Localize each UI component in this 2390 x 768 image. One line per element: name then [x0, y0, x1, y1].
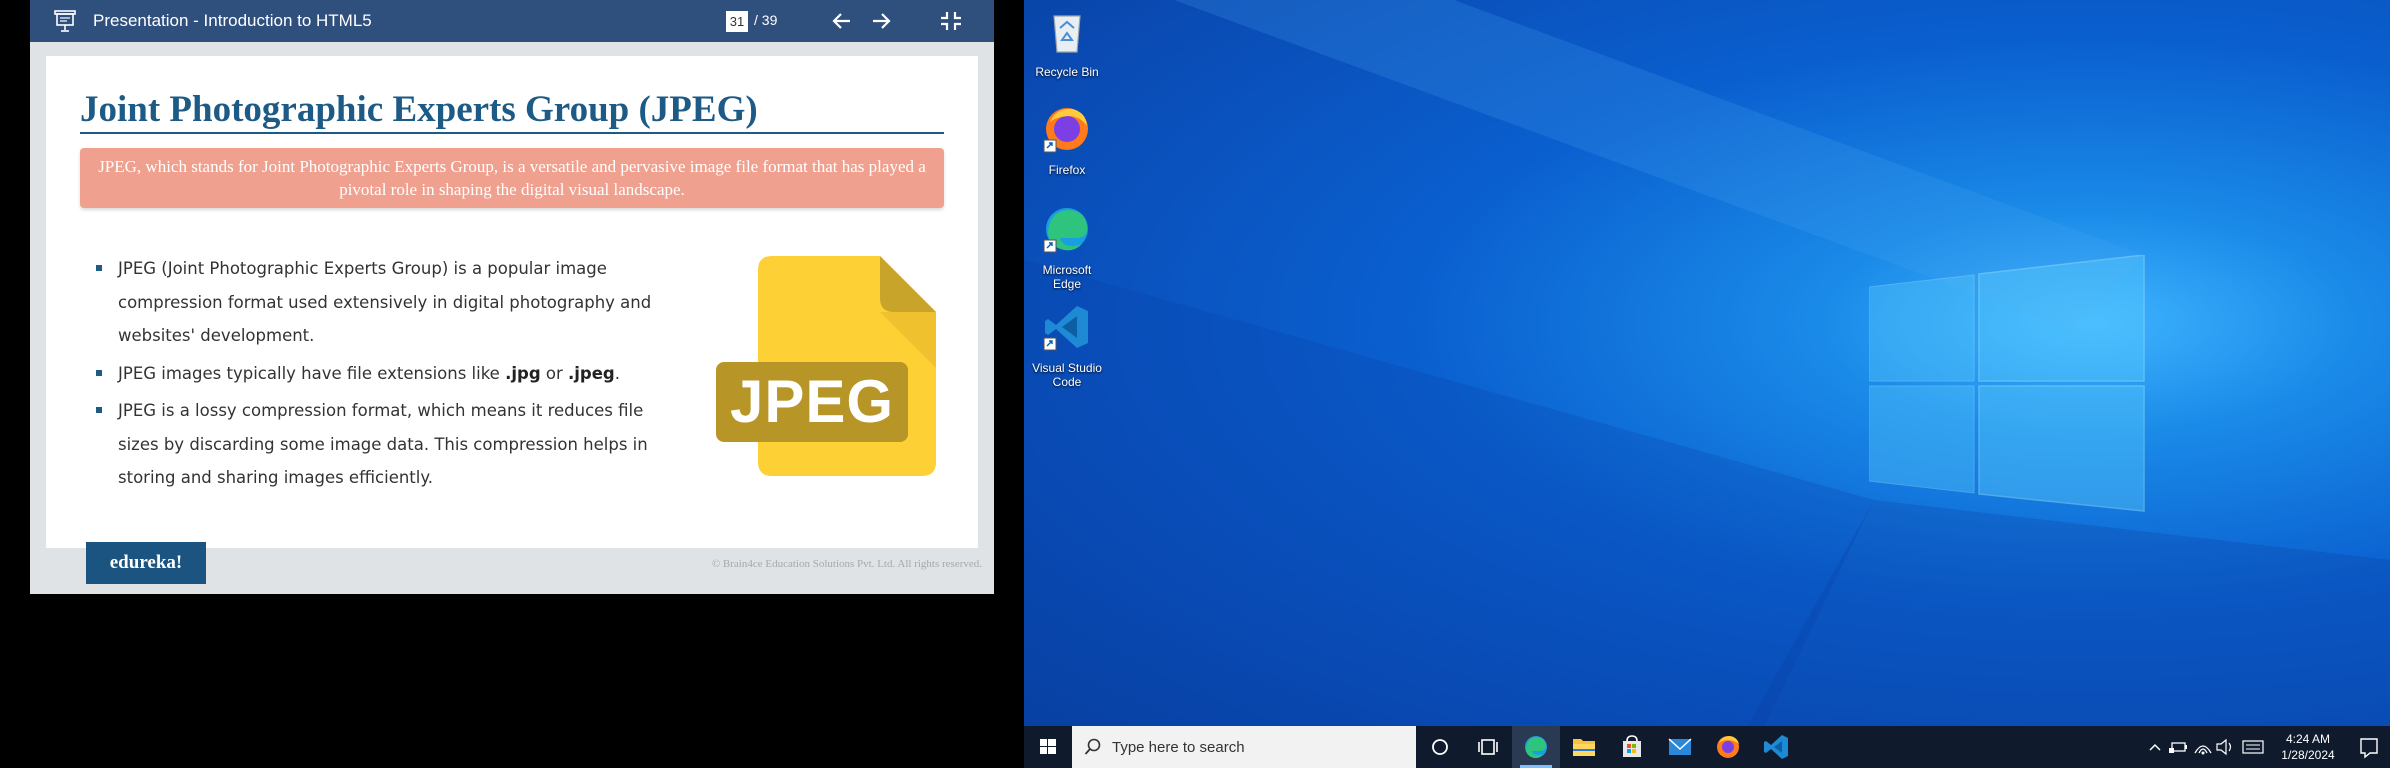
clock-date: 1/28/2024: [2281, 748, 2335, 762]
screen: Presentation - Introduction to HTML5 31 …: [0, 0, 2390, 768]
wallpaper-beams: [1024, 0, 2390, 768]
desktop-icon-firefox[interactable]: Firefox: [1029, 104, 1105, 177]
title-divider: [80, 132, 944, 134]
jpeg-label: JPEG: [729, 368, 895, 435]
system-clock[interactable]: 4:24 AM 1/28/2024: [2276, 731, 2340, 763]
vscode-icon: [1043, 306, 1088, 351]
firefox-icon: [1043, 108, 1088, 153]
bullet-list: JPEG (Joint Photographic Experts Group) …: [96, 252, 676, 499]
desktop-icon-label: Microsoft Edge: [1042, 263, 1092, 291]
collapse-icon[interactable]: [938, 9, 964, 33]
mail-icon[interactable]: [1656, 726, 1704, 768]
search-placeholder: Type here to search: [1112, 739, 1245, 756]
desktop-icon-recycle-bin[interactable]: Recycle Bin: [1029, 6, 1105, 79]
bullet-bold-ext: .jpeg: [568, 363, 615, 383]
bullet-text: JPEG (Joint Photographic Experts Group) …: [118, 259, 652, 345]
bullet-item: JPEG images typically have file extensio…: [96, 357, 676, 391]
presentation-viewer: Presentation - Introduction to HTML5 31 …: [30, 0, 994, 594]
windows-wallpaper-logo: [1869, 255, 2145, 512]
bullet-bold-ext: .jpg: [505, 363, 541, 383]
notification-icon[interactable]: [2346, 726, 2390, 768]
slide: Joint Photographic Experts Group (JPEG) …: [46, 56, 978, 548]
clock-time: 4:24 AM: [2285, 732, 2331, 746]
network-icon[interactable]: [2192, 726, 2214, 768]
taskbar-edge[interactable]: [1512, 726, 1560, 768]
arrow-left-icon[interactable]: [829, 9, 855, 33]
desktop-icon-label: Firefox: [1048, 163, 1086, 177]
arrow-right-icon[interactable]: [868, 9, 894, 33]
chevron-up-icon[interactable]: [2144, 726, 2166, 768]
bullet-item: JPEG is a lossy compression format, whic…: [96, 394, 676, 495]
file-explorer-icon[interactable]: [1560, 726, 1608, 768]
store-icon[interactable]: [1608, 726, 1656, 768]
jpeg-file-icon: JPEG: [716, 256, 948, 478]
viewer-toolbar: Presentation - Introduction to HTML5 31 …: [30, 0, 994, 42]
slide-title: Joint Photographic Experts Group (JPEG): [80, 89, 758, 130]
taskbar-search-box[interactable]: Type here to search: [1072, 726, 1416, 768]
desktop-icon-label: Recycle Bin: [1035, 65, 1099, 79]
edge-icon: [1043, 208, 1088, 253]
presentation-icon: [54, 10, 76, 32]
keyboard-icon[interactable]: [2240, 726, 2266, 768]
bullet-text: JPEG images typically have file extensio…: [118, 363, 506, 383]
vscode-icon[interactable]: [1752, 726, 1800, 768]
bullet-item: JPEG (Joint Photographic Experts Group) …: [96, 252, 676, 353]
current-page-input[interactable]: 31: [726, 11, 748, 32]
volume-icon[interactable]: [2214, 726, 2236, 768]
bullet-text: or: [540, 363, 568, 383]
slide-area: Joint Photographic Experts Group (JPEG) …: [30, 42, 994, 594]
presentation-title: Presentation - Introduction to HTML5: [93, 11, 372, 30]
edureka-logo: edureka!: [86, 542, 206, 584]
search-icon: [1084, 738, 1101, 755]
bullet-text: .: [614, 363, 620, 383]
edge-icon: [1525, 736, 1547, 759]
callout-box: JPEG, which stands for Joint Photographi…: [80, 148, 944, 208]
firefox-icon[interactable]: [1704, 726, 1752, 768]
task-view-icon[interactable]: [1464, 726, 1512, 768]
recycle-bin-icon: [1053, 15, 1081, 53]
desktop-icon-label: Visual Studio Code: [1032, 361, 1102, 389]
cortana-icon[interactable]: [1416, 726, 1464, 768]
taskbar: Type here to search 4:24 AM 1/28/2024: [1024, 726, 2390, 768]
bullet-text: JPEG is a lossy compression format, whic…: [118, 401, 648, 487]
battery-icon[interactable]: [2168, 726, 2190, 768]
windows-start-icon[interactable]: [1024, 726, 1072, 768]
desktop: Recycle Bin Firefox Microsoft Edge Visua…: [1024, 0, 2390, 768]
copyright-text: © Brain4ce Education Solutions Pvt. Ltd.…: [711, 558, 982, 570]
desktop-icon-vscode[interactable]: Visual Studio Code: [1029, 302, 1105, 389]
page-total: / 39: [754, 12, 778, 28]
desktop-icon-edge[interactable]: Microsoft Edge: [1029, 204, 1105, 291]
